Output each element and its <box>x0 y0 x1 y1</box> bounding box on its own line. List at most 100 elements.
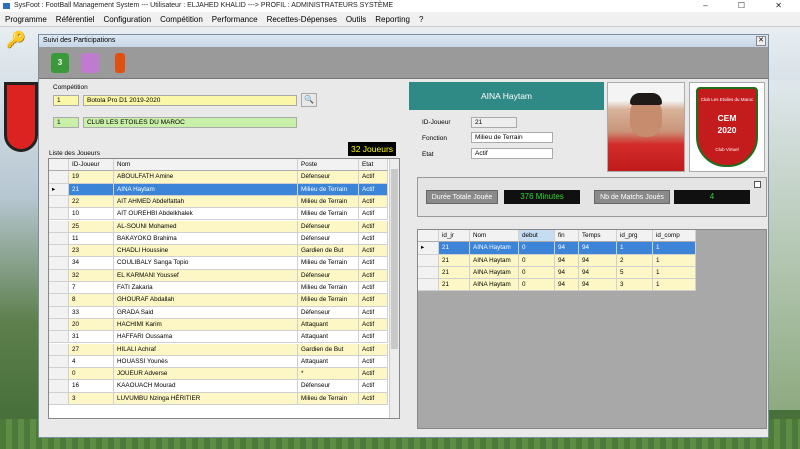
stats-checkbox[interactable] <box>754 181 761 188</box>
m-header-nom[interactable]: Nom <box>470 230 519 243</box>
player-row[interactable]: 16 KAAOUACH Mourad Défenseur Actif <box>49 380 388 393</box>
player-row[interactable]: 27 HILALI Achraf Gardien de But Actif <box>49 343 388 356</box>
row-indicator[interactable] <box>49 306 69 319</box>
player-cell: 34 <box>69 257 114 270</box>
player-row[interactable]: 22 AIT AHMED Abdelfattah Milieu de Terrain… <box>49 195 388 209</box>
window-controls[interactable]: – ☐ ✕ <box>703 0 796 12</box>
match-row-indicator[interactable] <box>418 254 439 267</box>
player-row[interactable]: ▸ 21 AINA Haytam Milieu de Terrain Actif <box>49 183 388 196</box>
match-cell: 94 <box>579 242 617 255</box>
row-indicator[interactable] <box>49 318 69 332</box>
m-header-debut[interactable]: debut <box>519 230 555 243</box>
m-header-fin[interactable]: fin <box>555 230 579 243</box>
menu-item-4[interactable]: Performance <box>212 15 258 24</box>
player-cell: 33 <box>69 306 114 319</box>
club-name-field[interactable]: CLUB LES ETOILES DU MAROC <box>83 117 297 128</box>
player-id-field[interactable]: 21 <box>471 117 517 128</box>
match-row-indicator[interactable] <box>418 266 439 280</box>
player-cell: BAKAYOKO Brahima <box>114 232 298 246</box>
competition-id-field[interactable]: 1 <box>53 95 79 106</box>
club-id-field[interactable]: 1 <box>53 117 79 128</box>
player-row[interactable]: 11 BAKAYOKO Brahima Défenseur Actif <box>49 232 388 246</box>
menu-item-7[interactable]: Reporting <box>375 15 410 24</box>
player-row[interactable]: 10 AIT OUREHBI Abdelkhalek Milieu de Terra… <box>49 208 388 221</box>
key-icon[interactable]: 🔑 <box>6 32 32 50</box>
menu-item-5[interactable]: Recettes-Dépenses <box>267 15 337 24</box>
row-indicator[interactable] <box>49 269 69 282</box>
m-header-id-comp[interactable]: id_comp <box>653 230 696 243</box>
match-row[interactable]: 21 AINA Haytam 0 94 94 3 1 <box>418 279 696 292</box>
players-scrollbar[interactable] <box>389 159 399 418</box>
player-row[interactable]: 19 ABOULFATH Amine Défenseur Actif <box>49 171 388 184</box>
player-row[interactable]: 23 CHADLI Houssine Gardien de But Actif <box>49 245 388 258</box>
players-table[interactable]: ID-Joueur Nom Poste Etat 19 ABOULFATH Ami… <box>48 158 400 419</box>
matchs-label: Nb de Matchs Joués <box>594 190 670 204</box>
row-indicator[interactable] <box>49 208 69 221</box>
match-cell: 94 <box>579 279 617 292</box>
logo-bottom-text: Club Virtuel <box>715 147 739 152</box>
player-cell: Actif <box>359 232 388 246</box>
jersey-green-icon[interactable]: 3 <box>51 53 69 73</box>
player-cell: Attaquant <box>298 318 359 332</box>
player-cell: CHADLI Houssine <box>114 245 298 258</box>
header-etat[interactable]: Etat <box>359 159 388 172</box>
row-indicator[interactable]: ▸ <box>49 183 69 196</box>
player-fonction-field[interactable]: Milieu de Terrain <box>471 132 553 143</box>
exit-door-icon[interactable] <box>115 53 125 73</box>
row-indicator[interactable] <box>49 380 69 393</box>
jersey-purple-icon[interactable] <box>81 53 99 73</box>
row-indicator[interactable] <box>49 282 69 295</box>
menu-item-3[interactable]: Compétition <box>160 15 203 24</box>
player-cell: Gardien de But <box>298 245 359 258</box>
header-id[interactable]: ID-Joueur <box>69 159 114 172</box>
m-header-temps[interactable]: Temps <box>579 230 617 243</box>
row-indicator[interactable] <box>49 343 69 356</box>
row-indicator[interactable] <box>49 257 69 270</box>
player-row[interactable]: 31 HAFFARI Oussama Attaquant Actif <box>49 331 388 344</box>
matchs-value: 4 <box>674 190 750 204</box>
players-scroll-thumb[interactable] <box>391 169 398 349</box>
match-row-indicator[interactable]: ▸ <box>418 242 439 255</box>
player-row[interactable]: 34 COULIBALY Sanga Topio Milieu de Terrain… <box>49 257 388 270</box>
header-nom[interactable]: Nom <box>114 159 298 172</box>
window-close-button[interactable]: ✕ <box>756 36 766 46</box>
player-cell: 27 <box>69 343 114 356</box>
row-indicator[interactable] <box>49 232 69 246</box>
player-row[interactable]: 4 HOUASSI Younès Attaquant Actif <box>49 355 388 369</box>
match-row[interactable]: ▸ 21 AINA Haytam 0 94 94 1 1 <box>418 242 696 255</box>
player-cell: Milieu de Terrain <box>298 294 359 307</box>
m-header-id-jr[interactable]: id_jr <box>439 230 470 243</box>
row-indicator[interactable] <box>49 294 69 307</box>
menu-item-2[interactable]: Configuration <box>103 15 151 24</box>
match-row[interactable]: 21 AINA Haytam 0 94 94 2 1 <box>418 254 696 267</box>
player-row[interactable]: 32 EL KARMANI Youssef Défenseur Actif <box>49 269 388 282</box>
player-row[interactable]: 8 GHOURAF Abdallah Milieu de Terrain Actif <box>49 294 388 307</box>
player-etat-field[interactable]: Actif <box>471 148 553 159</box>
row-indicator[interactable] <box>49 355 69 369</box>
player-row[interactable]: 7 FATI Zakaria Milieu de Terrain Actif <box>49 282 388 295</box>
row-indicator[interactable] <box>49 195 69 209</box>
m-header-id-prg[interactable]: id_prg <box>617 230 653 243</box>
menu-item-6[interactable]: Outils <box>346 15 366 24</box>
player-row[interactable]: 33 GRADA Said Défenseur Actif <box>49 306 388 319</box>
menu-item-0[interactable]: Programme <box>5 15 47 24</box>
player-row[interactable]: 0 JOUEUR Adverse * Actif <box>49 368 388 381</box>
header-poste[interactable]: Poste <box>298 159 359 172</box>
player-cell: 7 <box>69 282 114 295</box>
player-row[interactable]: 3 LUVUMBU Nzinga HÉRITIER Milieu de Terrai… <box>49 392 388 405</box>
match-row-indicator[interactable] <box>418 279 439 292</box>
row-indicator[interactable] <box>49 171 69 184</box>
row-indicator[interactable] <box>49 245 69 258</box>
menu-item-8[interactable]: ? <box>419 15 423 24</box>
row-indicator[interactable] <box>49 331 69 344</box>
player-row[interactable]: 25 AL-SOUNI Mohamed Défenseur Actif <box>49 220 388 233</box>
match-row[interactable]: 21 AINA Haytam 0 94 94 5 1 <box>418 266 696 280</box>
matches-table[interactable]: id_jr Nom debut fin Temps id_prg id_comp… <box>417 229 767 429</box>
competition-name-field[interactable]: Botola Pro D1 2019-2020 <box>83 95 297 106</box>
search-icon[interactable]: 🔍 <box>301 93 317 107</box>
row-indicator[interactable] <box>49 220 69 233</box>
player-row[interactable]: 20 HACHIMI Karim Attaquant Actif <box>49 318 388 332</box>
row-indicator[interactable] <box>49 392 69 405</box>
row-indicator[interactable] <box>49 368 69 381</box>
menu-item-1[interactable]: Référentiel <box>56 15 95 24</box>
